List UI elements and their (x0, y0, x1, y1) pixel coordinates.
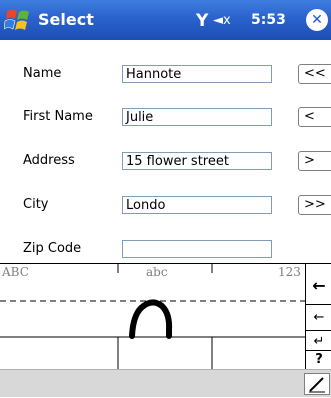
address-field[interactable]: 15 flower street (122, 152, 272, 170)
next-record-button[interactable]: > (298, 151, 331, 171)
first-record-button[interactable]: << (298, 64, 331, 84)
left-arrow-key[interactable]: ← (306, 310, 331, 325)
menu-bar (0, 369, 331, 397)
last-record-button[interactable]: >> (298, 195, 331, 215)
first-name-field[interactable]: Julie (122, 108, 272, 126)
special-keys-panel: ← ← ↵ ? (305, 263, 331, 369)
backspace-key[interactable]: ← (306, 276, 331, 295)
city-label: City (23, 197, 49, 212)
close-button[interactable]: ✕ (306, 9, 328, 31)
name-label: Name (23, 66, 62, 81)
name-field[interactable]: Hannote (122, 65, 272, 83)
window-title: Select (38, 10, 94, 29)
input-panel-toggle[interactable] (304, 373, 330, 395)
address-label: Address (23, 153, 75, 168)
first-name-label: First Name (23, 109, 93, 124)
volume-icon[interactable]: ◄x (213, 13, 231, 28)
signal-icon[interactable]: Y (196, 11, 208, 31)
previous-record-button[interactable]: < (298, 107, 331, 127)
help-key[interactable]: ? (306, 352, 331, 367)
writing-area[interactable] (0, 264, 305, 370)
windows-start-icon[interactable] (4, 6, 34, 34)
title-bar: Select Y ◄x 5:53 ✕ (0, 0, 331, 40)
handwriting-input-panel[interactable]: ABC abc 123 (0, 263, 305, 370)
enter-key[interactable]: ↵ (306, 334, 331, 349)
zip-code-label: Zip Code (23, 241, 82, 256)
handwritten-stroke (129, 299, 173, 339)
zip-code-field[interactable] (122, 240, 272, 258)
contact-form: Name Hannote << First Name Julie < Addre… (0, 40, 331, 263)
clock[interactable]: 5:53 (251, 12, 286, 28)
pen-icon (309, 377, 325, 393)
city-field[interactable]: Londo (122, 196, 272, 214)
